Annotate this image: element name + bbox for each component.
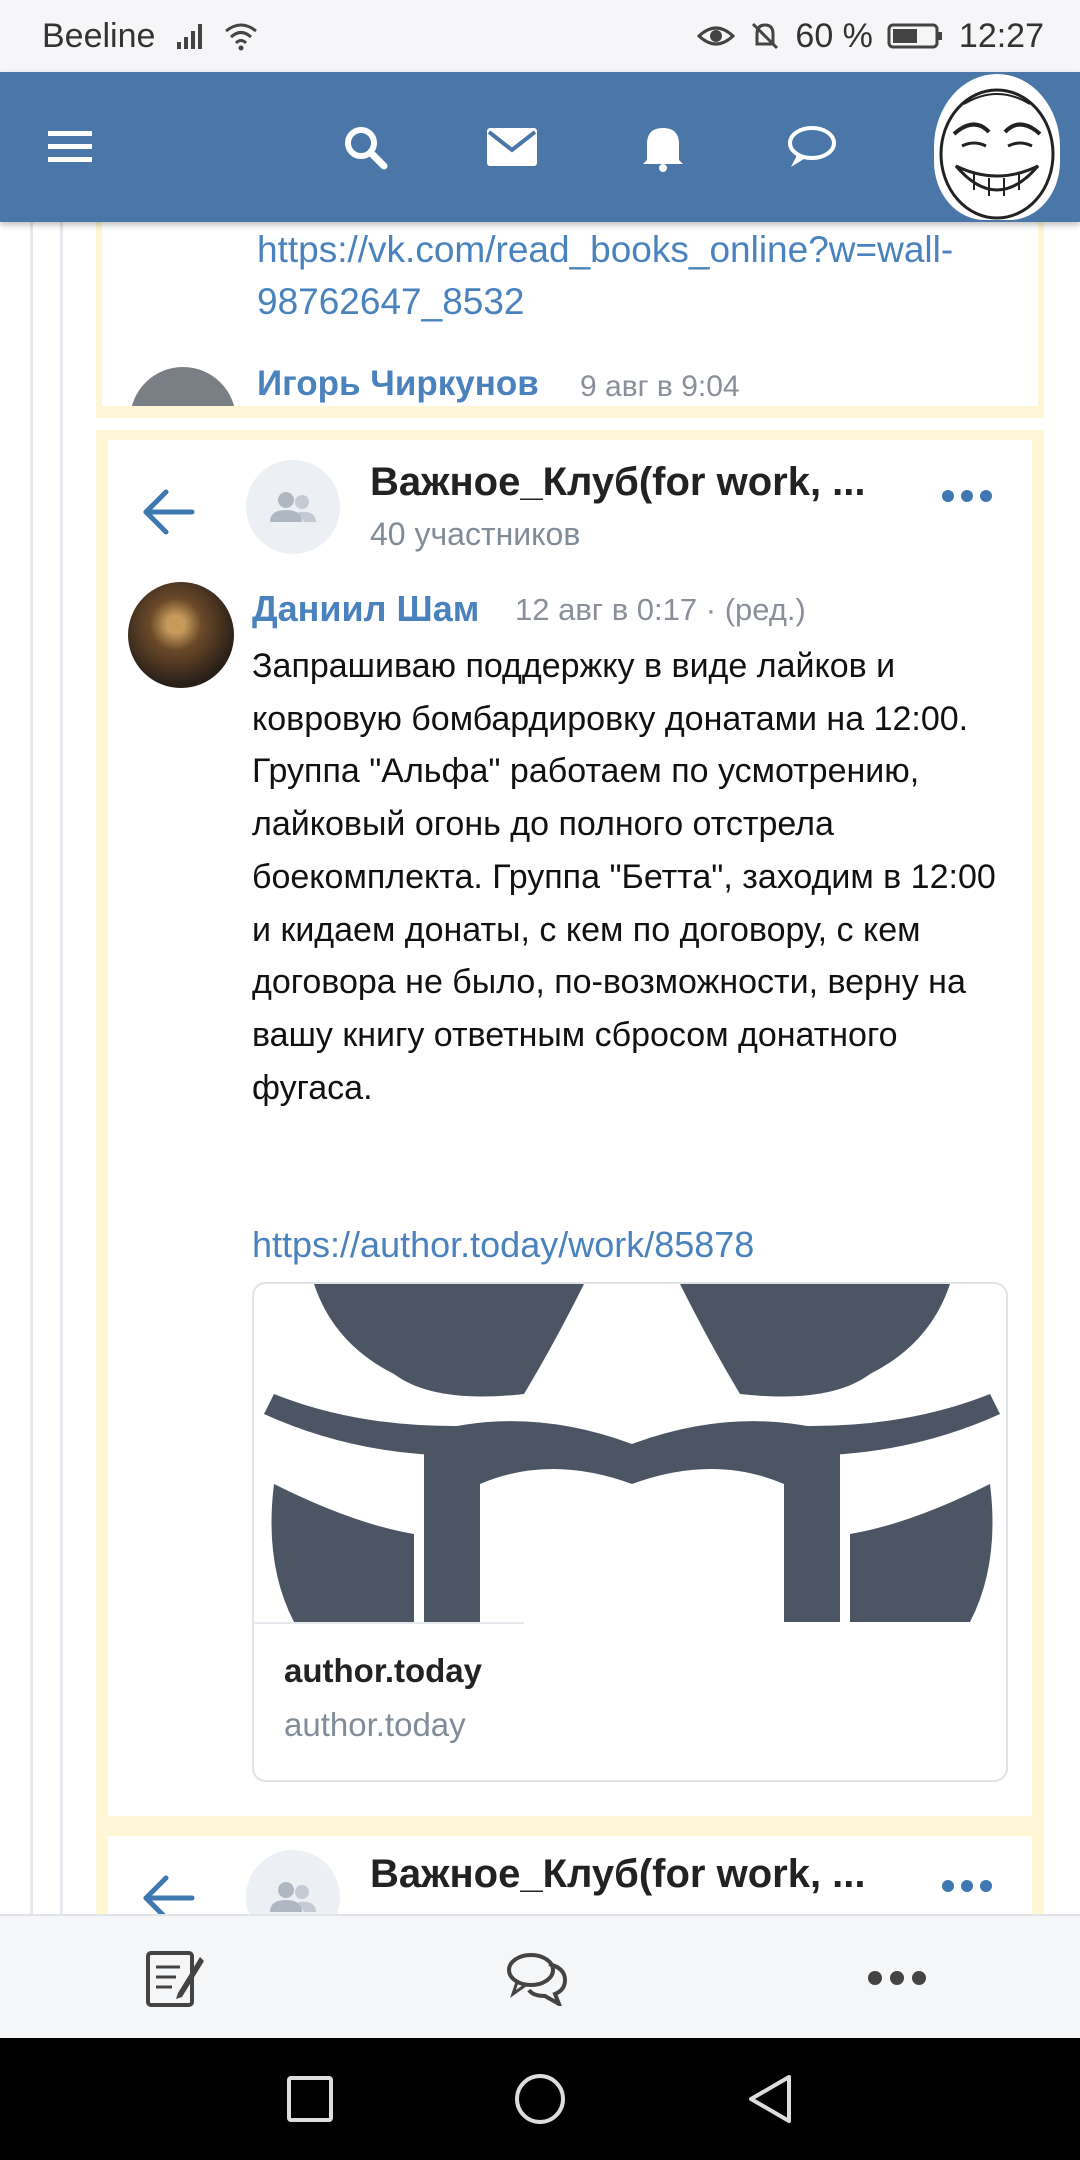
link-preview[interactable]: author.today author.today <box>252 1282 1008 1782</box>
group-avatar[interactable] <box>246 460 340 554</box>
back-arrow-icon[interactable] <box>138 482 198 542</box>
compose-icon[interactable] <box>140 1916 210 2040</box>
app-header <box>0 72 1080 222</box>
post-link[interactable]: https://author.today/work/85878 <box>252 1224 754 1266</box>
more-icon[interactable] <box>942 1880 992 1892</box>
status-bar: Beeline 60 % 12:27 <box>0 0 1080 72</box>
messages-icon[interactable] <box>482 72 542 222</box>
chat-icon[interactable] <box>782 72 842 222</box>
next-post: Важное_Клуб(for work, ... <box>96 1824 1044 1914</box>
thread-line <box>30 222 33 1914</box>
feed[interactable]: https://vk.com/read_books_online?w=wall-… <box>0 222 1080 1914</box>
wifi-icon <box>225 23 258 51</box>
mute-bell-icon <box>752 22 779 50</box>
preview-domain: author.today <box>284 1706 466 1743</box>
group-title[interactable]: Важное_Клуб(for work, ... <box>370 1852 866 1897</box>
search-icon[interactable] <box>335 72 395 222</box>
thread-line <box>60 222 63 1914</box>
menu-icon[interactable] <box>40 72 100 222</box>
avatar[interactable] <box>128 582 234 688</box>
members-count: 40 участников <box>370 516 581 552</box>
group-avatar[interactable] <box>246 1850 340 1914</box>
home-icon[interactable] <box>510 2038 570 2160</box>
post-time: 9 авг в 9:04 <box>580 370 740 403</box>
eye-icon <box>697 26 736 46</box>
author-name[interactable]: Даниил Шам <box>252 588 479 630</box>
more-icon[interactable] <box>942 490 992 502</box>
comments-icon[interactable] <box>502 1916 572 2040</box>
more-options-icon[interactable] <box>862 1916 932 2040</box>
users-icon <box>270 492 316 522</box>
battery-icon <box>887 23 942 49</box>
author-name[interactable]: Игорь Чиркунов <box>257 364 539 404</box>
avatar[interactable] <box>130 367 236 406</box>
users-icon <box>270 1882 316 1912</box>
preview-image <box>254 1284 1006 1622</box>
group-title[interactable]: Важное_Клуб(for work, ... <box>370 460 866 505</box>
carrier-label: Beeline <box>42 16 156 55</box>
system-nav-bar <box>0 2038 1080 2160</box>
back-arrow-icon[interactable] <box>138 1868 198 1914</box>
back-icon[interactable] <box>740 2038 800 2160</box>
signal-icon <box>177 23 203 49</box>
post-time: 12 авг в 0:17 · (ред.) <box>515 592 806 627</box>
notifications-icon[interactable] <box>633 72 693 222</box>
previous-post: https://vk.com/read_books_online?w=wall-… <box>96 222 1044 418</box>
clock: 12:27 <box>958 16 1044 55</box>
post-link[interactable]: https://vk.com/read_books_online?w=wall-… <box>257 224 1037 328</box>
profile-avatar[interactable] <box>934 74 1060 220</box>
battery-percent: 60 % <box>795 16 873 55</box>
post-text: Запрашиваю поддержку в виде лайков и ков… <box>252 647 996 1107</box>
divider <box>254 1622 524 1624</box>
post-card: Важное_Клуб(for work, ... 40 участников … <box>96 430 1044 1828</box>
bottom-toolbar <box>0 1914 1080 2038</box>
recent-apps-icon[interactable] <box>280 2038 340 2160</box>
preview-title: author.today <box>284 1652 483 1689</box>
